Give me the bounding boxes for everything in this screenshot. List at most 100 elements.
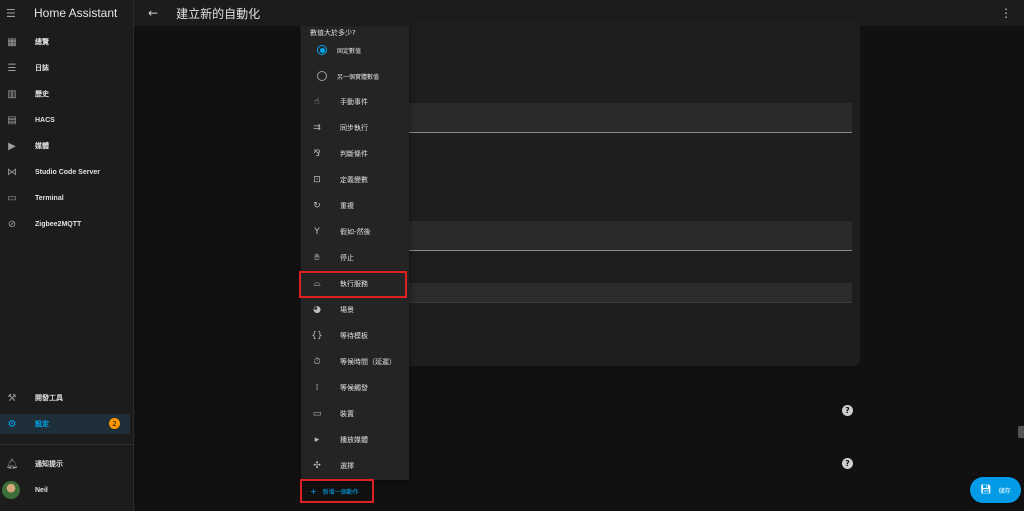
traffic-light-icon: ⁞ — [315, 383, 319, 393]
menu-item-play-media[interactable]: ▸ 播放媒體 — [301, 430, 409, 450]
dashboard-icon: ▦ — [7, 36, 17, 48]
menu-item-parallel[interactable]: ⇉ 同步執行 — [301, 118, 409, 138]
menu-item-label: 等候時間（延遲） — [340, 358, 396, 366]
menu-item-wait-trigger[interactable]: ⁞ 等候觸發 — [301, 378, 409, 398]
sidebar-item-label: 歷史 — [35, 91, 49, 98]
radio-label: 固定數值 — [337, 47, 362, 55]
scroll-handle[interactable] — [1018, 426, 1024, 438]
back-arrow-icon[interactable]: ← — [148, 6, 158, 20]
help-icon[interactable]: ? — [842, 458, 853, 469]
menu-item-stop[interactable]: ✋︎ 停止 — [301, 248, 409, 268]
condition-icon: ⅋ — [313, 149, 321, 159]
sidebar: ☰ Home Assistant ▦ 總覽 ☰ 日誌 ▥ 歷史 ▤ HACS ▶… — [0, 0, 134, 511]
menu-item-label: 裝置 — [340, 410, 354, 418]
menu-item-repeat[interactable]: ↻ 重複 — [301, 196, 409, 216]
sidebar-header: ☰ Home Assistant — [0, 0, 133, 26]
chart-icon: ▥ — [7, 88, 17, 100]
code-braces-icon: {} — [311, 331, 323, 341]
menu-toggle-icon[interactable]: ☰ — [6, 7, 20, 20]
more-vert-icon[interactable]: ⋮ — [1000, 6, 1012, 20]
menu-item-variables[interactable]: ⊡ 定義變數 — [301, 170, 409, 190]
menu-item-label: 重複 — [340, 202, 354, 210]
menu-item-label: 同步執行 — [340, 124, 368, 132]
zigbee-icon: ⊘ — [7, 218, 17, 230]
devices-icon: ▭ — [312, 409, 322, 419]
highlight-call-service — [299, 271, 407, 298]
menu-item-label: 播放媒體 — [340, 436, 368, 444]
timer-icon: ⏱︎ — [313, 357, 321, 367]
sidebar-item-zigbee2mqtt[interactable]: ⊘ Zigbee2MQTT — [0, 214, 130, 234]
sidebar-divider — [0, 444, 134, 445]
avatar — [2, 481, 20, 499]
variable-icon: ⊡ — [313, 175, 321, 185]
refresh-icon: ↻ — [313, 201, 321, 211]
sidebar-item-label: 媒體 — [35, 143, 49, 150]
gear-icon: ⚙ — [7, 418, 17, 430]
text-field[interactable] — [408, 283, 852, 303]
menu-item-device[interactable]: ▭ 裝置 — [301, 404, 409, 424]
radio-label: 另一個實體數值 — [337, 73, 380, 81]
menu-item-scene[interactable]: ◕ 場景 — [301, 300, 409, 320]
menu-item-label: 判斷條件 — [340, 150, 368, 158]
menu-item-label: 定義變數 — [340, 176, 368, 184]
sidebar-item-hacs[interactable]: ▤ HACS — [0, 110, 130, 130]
sidebar-item-label: 總覽 — [35, 39, 49, 46]
sidebar-item-logbook[interactable]: ☰ 日誌 — [0, 58, 130, 78]
sidebar-item-history[interactable]: ▥ 歷史 — [0, 84, 130, 104]
hammer-icon: ⚒ — [7, 392, 17, 404]
menu-item-choose[interactable]: ✣ 選擇 — [301, 456, 409, 476]
sidebar-item-terminal[interactable]: ▭ Terminal — [0, 188, 130, 208]
hand-pointer-icon: ☝ — [314, 97, 320, 107]
sidebar-item-settings[interactable]: ⚙ 設定 2 — [0, 414, 130, 434]
settings-badge: 2 — [109, 418, 120, 429]
menu-item-delay[interactable]: ⏱︎ 等候時間（延遲） — [301, 352, 409, 372]
user-name: Neil — [35, 486, 48, 494]
sidebar-item-label: 設定 — [35, 421, 49, 428]
floppy-disk-icon: 💾︎ — [980, 485, 992, 495]
menu-item-label: 假如-然後 — [340, 228, 371, 236]
menu-item-wait-template[interactable]: {} 等待模板 — [301, 326, 409, 346]
sidebar-item-label: HACS — [35, 116, 55, 124]
branch-icon: Y — [314, 227, 320, 237]
radio-entity-value[interactable]: 另一個實體數值 — [317, 71, 379, 81]
sidebar-item-label: Terminal — [35, 194, 64, 202]
text-field[interactable] — [408, 103, 852, 133]
sidebar-item-media[interactable]: ▶ 媒體 — [0, 136, 130, 156]
sidebar-item-label: 開發工具 — [35, 395, 63, 402]
sidebar-item-label: Studio Code Server — [35, 168, 100, 176]
terminal-icon: ▭ — [7, 192, 17, 204]
sidebar-item-studio-code-server[interactable]: ⋈ Studio Code Server — [0, 162, 130, 182]
sidebar-item-notifications[interactable]: 🔔︎ 通知提示 — [0, 454, 130, 474]
sidebar-item-dev-tools[interactable]: ⚒ 開發工具 — [0, 388, 130, 408]
store-icon: ▤ — [7, 114, 17, 126]
menu-item-label: 停止 — [340, 254, 354, 262]
menu-item-if-then[interactable]: Y 假如-然後 — [301, 222, 409, 242]
sidebar-item-user[interactable]: Neil — [0, 480, 130, 500]
menu-item-label: 場景 — [340, 306, 354, 314]
menu-item-label: 等候觸發 — [340, 384, 368, 392]
radio-fixed-value[interactable]: 固定數值 — [317, 45, 361, 55]
menu-item-label: 等待模板 — [340, 332, 368, 340]
radio-button-checked[interactable] — [317, 45, 327, 55]
arrow-decision-icon: ✣ — [313, 461, 321, 471]
menu-item-manual-event[interactable]: ☝ 手動事件 — [301, 92, 409, 112]
numeric-question: 數值大於多少? — [310, 29, 356, 37]
parallel-icon: ⇉ — [313, 123, 321, 133]
radio-button[interactable] — [317, 71, 327, 81]
bell-icon: 🔔︎ — [5, 458, 19, 470]
save-button[interactable]: 💾︎ 儲存 — [970, 477, 1021, 503]
list-icon: ☰ — [7, 62, 17, 74]
menu-item-label: 選擇 — [340, 462, 354, 470]
save-label: 儲存 — [998, 487, 1011, 495]
sidebar-item-overview[interactable]: ▦ 總覽 — [0, 32, 130, 52]
help-icon[interactable]: ? — [842, 405, 853, 416]
highlight-add-action — [300, 479, 374, 503]
menu-item-condition[interactable]: ⅋ 判斷條件 — [301, 144, 409, 164]
menu-item-label: 手動事件 — [340, 98, 368, 106]
sidebar-item-label: Zigbee2MQTT — [35, 220, 82, 228]
sidebar-item-label: 日誌 — [35, 65, 49, 72]
play-icon: ▸ — [314, 435, 320, 445]
media-icon: ▶ — [8, 140, 16, 152]
text-field[interactable] — [408, 221, 852, 251]
app-title: Home Assistant — [34, 6, 118, 20]
